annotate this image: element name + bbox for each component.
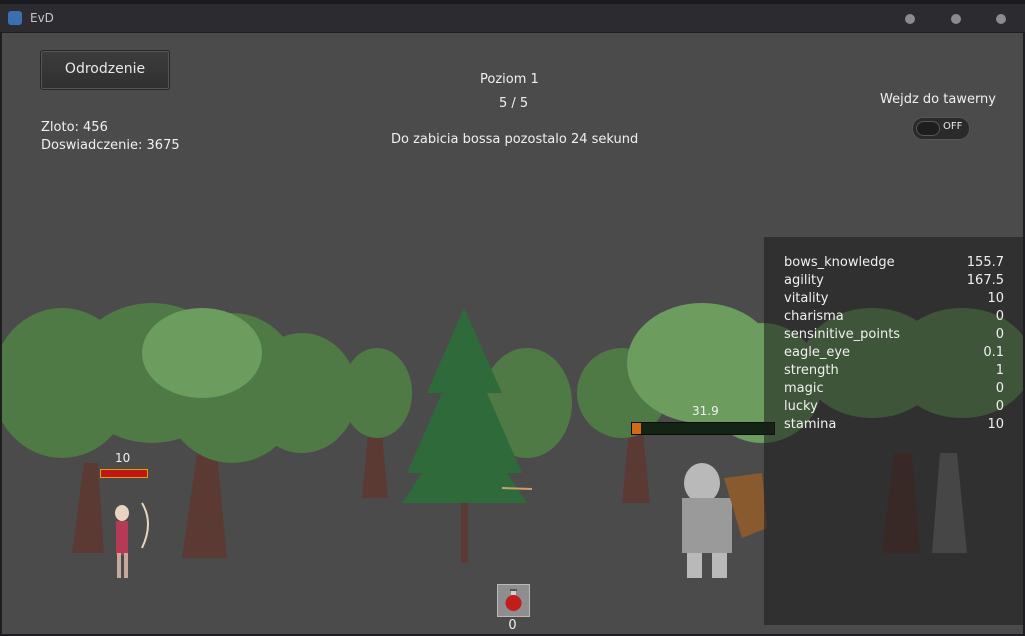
stat-row: eagle_eye 0.1 [784, 345, 1004, 363]
stat-row: agility 167.5 [784, 273, 1004, 291]
stat-row: strength 1 [784, 363, 1004, 381]
toggle-knob [916, 121, 940, 136]
stat-value: 0 [995, 399, 1004, 414]
stat-name: lucky [784, 399, 818, 414]
boss-knight-sprite [682, 463, 767, 578]
stat-name: sensinitive_points [784, 327, 901, 342]
stat-value: 0.1 [983, 345, 1004, 360]
title-bar: EvD [0, 4, 1025, 32]
gold-counter: Zloto: 456 [41, 120, 108, 135]
boss-hp-label: 31.9 [692, 404, 719, 418]
potion-slot[interactable] [497, 584, 530, 617]
stat-value: 155.7 [966, 255, 1004, 270]
stat-value: 0 [995, 327, 1004, 342]
potion-icon [505, 589, 522, 611]
potion-count: 0 [508, 618, 517, 633]
experience-counter: Doswiadczenie: 3675 [41, 138, 180, 153]
stat-name: magic [784, 381, 824, 396]
stat-name: charisma [784, 309, 844, 324]
close-button[interactable] [996, 14, 1006, 24]
tavern-label: Wejdz do tawerny [880, 92, 996, 107]
player-health-fill [101, 470, 147, 477]
toggle-state: OFF [943, 121, 963, 132]
wave-progress: 5 / 5 [499, 96, 529, 111]
boss-health-fill [632, 423, 641, 434]
stat-value: 0 [995, 309, 1004, 324]
archer-sprite [115, 502, 149, 578]
stat-value: 10 [987, 291, 1004, 306]
boss-timer: Do zabicia bossa pozostalo 24 sekund [391, 132, 639, 147]
stat-value: 167.5 [966, 273, 1004, 288]
stat-name: strength [784, 363, 839, 378]
stat-name: bows_knowledge [784, 255, 895, 270]
stat-row: vitality 10 [784, 291, 1004, 309]
app-icon [8, 11, 22, 25]
player-health-bar [100, 469, 148, 478]
stat-value: 0 [995, 381, 1004, 396]
stat-row: lucky 0 [784, 399, 1004, 417]
stat-name: vitality [784, 291, 829, 306]
stat-row: stamina 10 [784, 417, 1004, 435]
tavern-toggle[interactable]: OFF [912, 117, 970, 140]
minimize-button[interactable] [905, 14, 915, 24]
boss-health-bar [631, 422, 775, 435]
stat-row: magic 0 [784, 381, 1004, 399]
stat-row: charisma 0 [784, 309, 1004, 327]
stat-name: eagle_eye [784, 345, 851, 360]
stat-value: 1 [995, 363, 1004, 378]
window-title: EvD [30, 11, 54, 25]
maximize-button[interactable] [951, 14, 961, 24]
stat-name: agility [784, 273, 824, 288]
player-hp-label: 10 [115, 451, 131, 465]
stat-name: stamina [784, 417, 837, 432]
level-label: Poziom 1 [480, 72, 539, 87]
respawn-button[interactable]: Odrodzenie [40, 50, 170, 90]
game-viewport[interactable]: Odrodzenie Poziom 1 5 / 5 Do zabicia bos… [2, 33, 1023, 634]
stats-panel: bows_knowledge 155.7 agility 167.5 vitality 1… [764, 237, 1023, 625]
stat-value: 10 [987, 417, 1004, 432]
stat-row: sensinitive_points 0 [784, 327, 1004, 345]
stat-row: bows_knowledge 155.7 [784, 255, 1004, 273]
